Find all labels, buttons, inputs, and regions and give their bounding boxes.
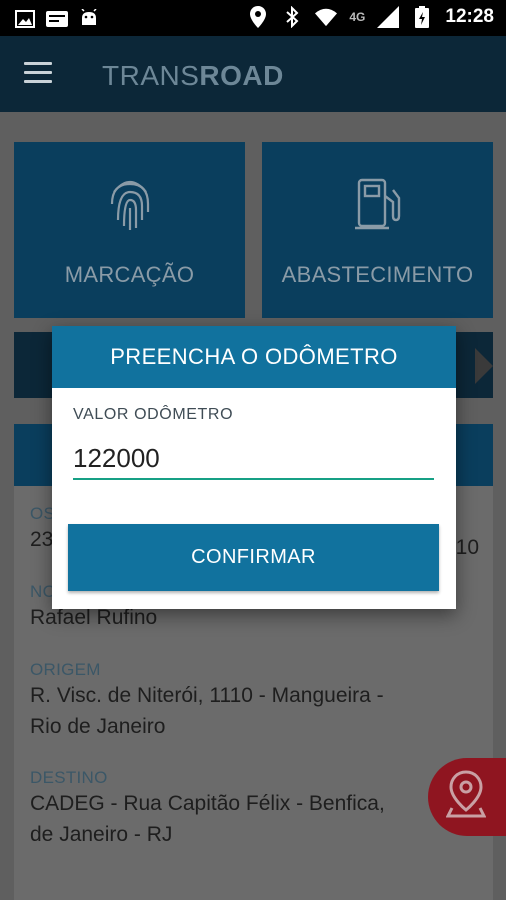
logo-road: ROAD (199, 60, 284, 91)
network-type: 4G (349, 10, 366, 24)
confirm-button[interactable]: CONFIRMAR (68, 524, 439, 591)
menu-icon[interactable] (24, 62, 52, 86)
destination-value-line1: CADEG - Rua Capitão Félix - Benfica, (30, 792, 385, 815)
clock: 12:28 (445, 6, 494, 27)
odometer-dialog: PREENCHA O ODÔMETRO VALOR ODÔMETRO CONFI… (52, 326, 456, 609)
fingerprint-icon (108, 176, 152, 237)
battery-icon (411, 6, 433, 28)
wifi-icon (315, 6, 338, 28)
origin-value-line2: Rio de Janeiro (30, 715, 166, 738)
android-icon (78, 8, 100, 30)
app-bar: TRANSROAD (0, 36, 506, 112)
signal-icon (377, 6, 400, 28)
dialog-title: PREENCHA O ODÔMETRO (52, 326, 456, 388)
bluetooth-icon (281, 6, 303, 28)
destination-field: DESTINO CADEG - Rua Capitão Félix - Benf… (30, 768, 385, 850)
os-value-right: 10 (455, 536, 479, 559)
map-pin-icon (445, 770, 487, 823)
transroad-app-icon (46, 8, 68, 30)
tile-marcacao[interactable]: MARCAÇÃO (14, 142, 245, 318)
tile-label-abastecimento: ABASTECIMENTO (281, 262, 474, 287)
fuel-pump-icon (354, 176, 401, 237)
origin-field: ORIGEM R. Visc. de Niterói, 1110 - Mangu… (30, 660, 384, 742)
odometer-input[interactable] (73, 438, 434, 480)
tile-label-marcacao: MARCAÇÃO (64, 262, 195, 287)
destination-value-line2: de Janeiro - RJ (30, 823, 173, 846)
location-icon (247, 6, 269, 28)
tile-abastecimento[interactable]: ABASTECIMENTO (262, 142, 493, 318)
destination-label: DESTINO (30, 768, 108, 787)
status-bar: 4G 12:28 (0, 0, 506, 36)
app-logo: TRANSROAD (102, 60, 284, 92)
origin-value-line1: R. Visc. de Niterói, 1110 - Mangueira - (30, 684, 384, 707)
origin-label: ORIGEM (30, 660, 101, 679)
logo-trans: TRANS (102, 60, 200, 91)
map-location-button[interactable] (428, 758, 506, 836)
chevron-right-icon[interactable] (475, 348, 493, 384)
odometer-field-label: VALOR ODÔMETRO (73, 406, 234, 423)
image-icon (14, 8, 36, 30)
